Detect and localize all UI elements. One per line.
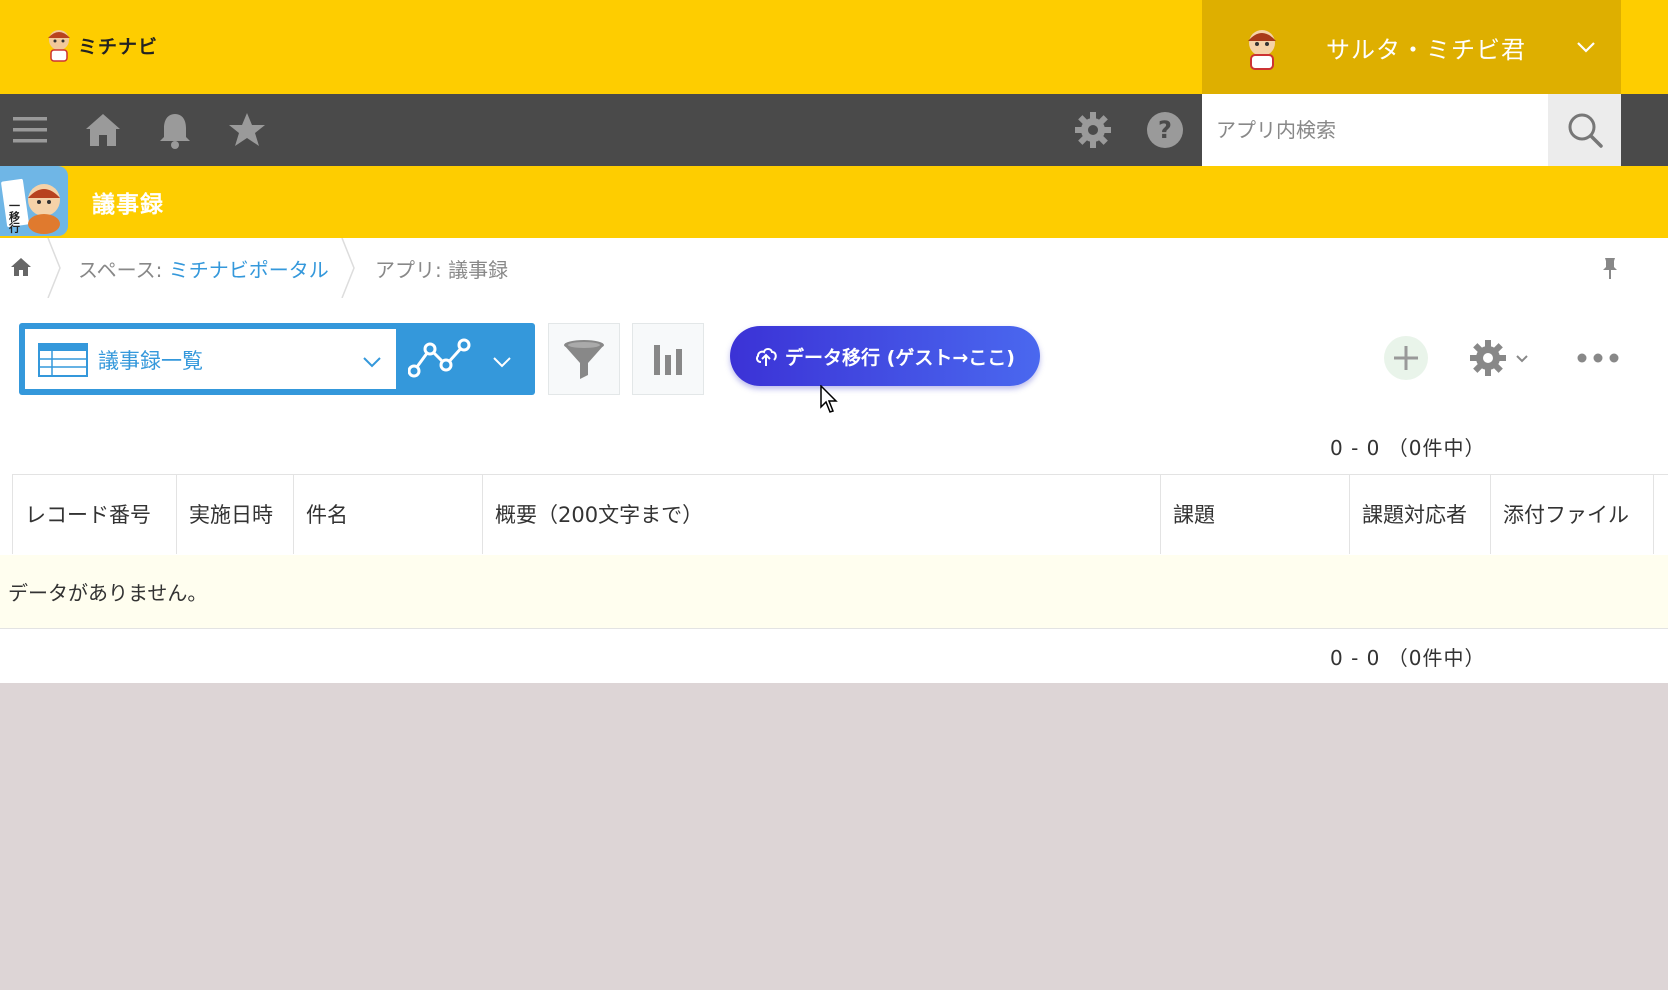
pager-bottom: 0 - 0 （0件中） [1330,646,1486,670]
app-icon[interactable]: 一移行 [0,166,68,236]
cloud-upload-icon [756,348,777,366]
chevron-down-icon [493,357,511,368]
breadcrumb-separator-icon [341,238,355,298]
settings-button[interactable] [1071,108,1115,152]
more-icon [1577,353,1619,363]
search-button[interactable] [1548,94,1621,166]
search-icon [1568,113,1603,148]
graph-selector-button[interactable] [406,329,530,389]
mascot-logo-icon [48,30,70,62]
chevron-down-icon [1516,355,1528,363]
table-view-icon [38,343,88,377]
home-button[interactable] [81,108,125,152]
bell-icon [160,114,190,149]
chevron-down-icon [1577,42,1595,53]
breadcrumb-space: スペース: ミチナビポータル [78,254,329,283]
column-header[interactable]: 添付ファイル [1490,474,1654,554]
gear-icon [1470,340,1506,376]
plus-icon [1384,336,1428,380]
data-migration-label: データ移行 (ゲスト→ここ) [785,346,1015,369]
graph-icon [408,338,471,378]
pager-top: 0 - 0 （0件中） [1330,436,1486,460]
home-icon [11,258,31,276]
help-button[interactable]: ? [1143,108,1187,152]
menu-button[interactable] [8,108,52,152]
add-record-button[interactable] [1382,334,1430,382]
pin-button[interactable] [1600,256,1620,284]
app-icon-label: 一移行 [8,200,22,234]
column-header[interactable]: 実施日時 [176,474,293,554]
app-mascot-icon: 一移行 [1,178,60,234]
app-title: 議事録 [92,192,164,218]
view-name: 議事録一覧 [98,349,203,373]
user-name: サルタ・ミチビ君 [1326,35,1526,64]
filter-icon [564,340,604,379]
filter-button[interactable] [548,323,620,395]
home-icon [86,114,120,146]
menu-icon [13,117,47,143]
breadcrumb-home[interactable] [10,256,32,282]
column-header[interactable]: 件名 [293,474,482,554]
star-icon [229,113,265,146]
gear-icon [1075,112,1111,148]
pin-icon [1603,258,1617,279]
column-header[interactable]: 課題対応者 [1349,474,1490,554]
logo-text: ミチナビ [78,35,159,58]
more-options-button[interactable] [1574,340,1622,376]
user-menu[interactable]: サルタ・ミチビ君 [1202,0,1621,94]
bar-chart-icon [654,345,682,375]
graph-button[interactable] [632,323,704,395]
app-settings-button[interactable] [1468,336,1536,380]
app-logo[interactable]: ミチナビ [44,28,158,62]
column-header[interactable]: レコード番号 [12,474,176,554]
data-migration-button[interactable]: データ移行 (ゲスト→ここ) [730,326,1040,386]
breadcrumb-app: アプリ: 議事録 [375,258,509,282]
column-header[interactable]: 課題 [1160,474,1349,554]
breadcrumb-space-prefix: スペース: [78,258,163,282]
mouse-cursor-icon [820,385,838,413]
help-icon: ? [1147,112,1183,148]
breadcrumb-separator-icon [47,238,61,298]
empty-message: データがありません。 [8,581,208,605]
app-search-input[interactable] [1202,94,1548,166]
chevron-down-icon [363,357,381,368]
svg-text:?: ? [1158,116,1172,144]
table-row [0,555,1668,629]
favorites-button[interactable] [225,108,269,152]
user-avatar-icon [1248,30,1276,70]
column-header[interactable]: 概要（200文字まで） [482,474,1160,554]
app-header [0,166,1668,238]
notification-button[interactable] [153,108,197,152]
breadcrumb-space-link[interactable]: ミチナビポータル [169,258,329,282]
